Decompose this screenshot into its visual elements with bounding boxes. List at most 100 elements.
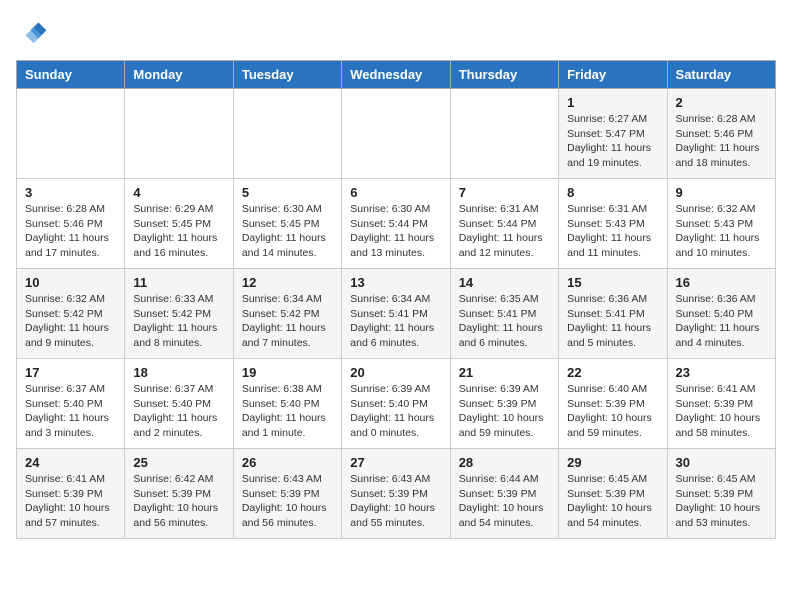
day-cell: 9 Sunrise: 6:32 AM Sunset: 5:43 PM Daylig… (667, 179, 775, 269)
day-cell: 24 Sunrise: 6:41 AM Sunset: 5:39 PM Dayli… (17, 449, 125, 539)
day-info: Sunrise: 6:32 AM Sunset: 5:43 PM Dayligh… (676, 202, 767, 261)
day-info: Sunrise: 6:36 AM Sunset: 5:41 PM Dayligh… (567, 292, 658, 351)
day-cell: 18 Sunrise: 6:37 AM Sunset: 5:40 PM Dayli… (125, 359, 233, 449)
day-cell: 27 Sunrise: 6:43 AM Sunset: 5:39 PM Dayli… (342, 449, 450, 539)
header-sunday: Sunday (17, 61, 125, 89)
day-info: Sunrise: 6:30 AM Sunset: 5:44 PM Dayligh… (350, 202, 441, 261)
day-info: Sunrise: 6:31 AM Sunset: 5:43 PM Dayligh… (567, 202, 658, 261)
header-saturday: Saturday (667, 61, 775, 89)
day-info: Sunrise: 6:45 AM Sunset: 5:39 PM Dayligh… (567, 472, 658, 531)
day-number: 2 (676, 95, 767, 110)
calendar-table: SundayMondayTuesdayWednesdayThursdayFrid… (16, 60, 776, 539)
day-cell: 13 Sunrise: 6:34 AM Sunset: 5:41 PM Dayli… (342, 269, 450, 359)
day-number: 1 (567, 95, 658, 110)
day-number: 28 (459, 455, 550, 470)
day-cell: 15 Sunrise: 6:36 AM Sunset: 5:41 PM Dayli… (559, 269, 667, 359)
day-number: 29 (567, 455, 658, 470)
day-info: Sunrise: 6:34 AM Sunset: 5:42 PM Dayligh… (242, 292, 333, 351)
day-number: 9 (676, 185, 767, 200)
logo-icon (16, 16, 48, 48)
day-cell: 25Sunrise: 6:42 AM Sunset: 5:39 PM Dayli… (125, 449, 233, 539)
day-info: Sunrise: 6:39 AM Sunset: 5:39 PM Dayligh… (459, 382, 550, 441)
calendar-header-row: SundayMondayTuesdayWednesdayThursdayFrid… (17, 61, 776, 89)
day-cell: 11 Sunrise: 6:33 AM Sunset: 5:42 PM Dayli… (125, 269, 233, 359)
day-cell: 2Sunrise: 6:28 AM Sunset: 5:46 PM Daylig… (667, 89, 775, 179)
day-cell: 16 Sunrise: 6:36 AM Sunset: 5:40 PM Dayli… (667, 269, 775, 359)
day-cell: 21 Sunrise: 6:39 AM Sunset: 5:39 PM Dayli… (450, 359, 558, 449)
header-friday: Friday (559, 61, 667, 89)
day-number: 6 (350, 185, 441, 200)
logo (16, 16, 52, 48)
header-tuesday: Tuesday (233, 61, 341, 89)
day-info: Sunrise: 6:37 AM Sunset: 5:40 PM Dayligh… (133, 382, 224, 441)
day-info: Sunrise: 6:29 AM Sunset: 5:45 PM Dayligh… (133, 202, 224, 261)
week-row-1: 1 Sunrise: 6:27 AM Sunset: 5:47 PM Daylig… (17, 89, 776, 179)
day-number: 21 (459, 365, 550, 380)
header-wednesday: Wednesday (342, 61, 450, 89)
day-cell: 28 Sunrise: 6:44 AM Sunset: 5:39 PM Dayli… (450, 449, 558, 539)
day-number: 5 (242, 185, 333, 200)
day-info: Sunrise: 6:39 AM Sunset: 5:40 PM Dayligh… (350, 382, 441, 441)
day-info: Sunrise: 6:41 AM Sunset: 5:39 PM Dayligh… (25, 472, 116, 531)
day-number: 13 (350, 275, 441, 290)
week-row-2: 3 Sunrise: 6:28 AM Sunset: 5:46 PM Daylig… (17, 179, 776, 269)
header-monday: Monday (125, 61, 233, 89)
day-info: Sunrise: 6:34 AM Sunset: 5:41 PM Dayligh… (350, 292, 441, 351)
day-info: Sunrise: 6:35 AM Sunset: 5:41 PM Dayligh… (459, 292, 550, 351)
day-cell: 30 Sunrise: 6:45 AM Sunset: 5:39 PM Dayli… (667, 449, 775, 539)
day-number: 20 (350, 365, 441, 380)
day-cell: 26 Sunrise: 6:43 AM Sunset: 5:39 PM Dayli… (233, 449, 341, 539)
day-info: Sunrise: 6:33 AM Sunset: 5:42 PM Dayligh… (133, 292, 224, 351)
header-thursday: Thursday (450, 61, 558, 89)
day-number: 30 (676, 455, 767, 470)
day-cell: 17Sunrise: 6:37 AM Sunset: 5:40 PM Dayli… (17, 359, 125, 449)
day-cell (342, 89, 450, 179)
day-info: Sunrise: 6:30 AM Sunset: 5:45 PM Dayligh… (242, 202, 333, 261)
day-cell (17, 89, 125, 179)
day-cell: 8 Sunrise: 6:31 AM Sunset: 5:43 PM Daylig… (559, 179, 667, 269)
day-info: Sunrise: 6:27 AM Sunset: 5:47 PM Dayligh… (567, 112, 658, 171)
day-cell: 22 Sunrise: 6:40 AM Sunset: 5:39 PM Dayli… (559, 359, 667, 449)
day-number: 27 (350, 455, 441, 470)
week-row-5: 24 Sunrise: 6:41 AM Sunset: 5:39 PM Dayli… (17, 449, 776, 539)
day-info: Sunrise: 6:31 AM Sunset: 5:44 PM Dayligh… (459, 202, 550, 261)
day-number: 24 (25, 455, 116, 470)
day-cell: 29 Sunrise: 6:45 AM Sunset: 5:39 PM Dayli… (559, 449, 667, 539)
day-cell: 3 Sunrise: 6:28 AM Sunset: 5:46 PM Daylig… (17, 179, 125, 269)
header (16, 16, 776, 48)
day-number: 12 (242, 275, 333, 290)
day-info: Sunrise: 6:43 AM Sunset: 5:39 PM Dayligh… (242, 472, 333, 531)
day-cell: 10Sunrise: 6:32 AM Sunset: 5:42 PM Dayli… (17, 269, 125, 359)
day-cell: 23Sunrise: 6:41 AM Sunset: 5:39 PM Dayli… (667, 359, 775, 449)
day-info: Sunrise: 6:42 AM Sunset: 5:39 PM Dayligh… (133, 472, 224, 531)
day-info: Sunrise: 6:43 AM Sunset: 5:39 PM Dayligh… (350, 472, 441, 531)
day-number: 17 (25, 365, 116, 380)
day-info: Sunrise: 6:40 AM Sunset: 5:39 PM Dayligh… (567, 382, 658, 441)
day-cell: 12 Sunrise: 6:34 AM Sunset: 5:42 PM Dayli… (233, 269, 341, 359)
day-number: 18 (133, 365, 224, 380)
day-number: 8 (567, 185, 658, 200)
day-number: 15 (567, 275, 658, 290)
week-row-4: 17 Sunrise: 6:37 AM Sunset: 5:40 PM Dayli… (17, 359, 776, 449)
day-number: 16 (676, 275, 767, 290)
day-number: 19 (242, 365, 333, 380)
day-info: Sunrise: 6:28 AM Sunset: 5:46 PM Dayligh… (25, 202, 116, 261)
day-cell: 4 Sunrise: 6:29 AM Sunset: 5:45 PM Daylig… (125, 179, 233, 269)
day-cell (233, 89, 341, 179)
day-cell: 7 Sunrise: 6:31 AM Sunset: 5:44 PM Daylig… (450, 179, 558, 269)
day-info: Sunrise: 6:36 AM Sunset: 5:40 PM Dayligh… (676, 292, 767, 351)
day-info: Sunrise: 6:38 AM Sunset: 5:40 PM Dayligh… (242, 382, 333, 441)
day-info: Sunrise: 6:41 AM Sunset: 5:39 PM Dayligh… (676, 382, 767, 441)
day-cell: 5 Sunrise: 6:30 AM Sunset: 5:45 PM Daylig… (233, 179, 341, 269)
day-number: 3 (25, 185, 116, 200)
day-number: 11 (133, 275, 224, 290)
day-number: 22 (567, 365, 658, 380)
day-cell: 1 Sunrise: 6:27 AM Sunset: 5:47 PM Daylig… (559, 89, 667, 179)
day-number: 7 (459, 185, 550, 200)
day-cell: 14Sunrise: 6:35 AM Sunset: 5:41 PM Dayli… (450, 269, 558, 359)
day-number: 4 (133, 185, 224, 200)
day-cell: 20 Sunrise: 6:39 AM Sunset: 5:40 PM Dayli… (342, 359, 450, 449)
day-info: Sunrise: 6:44 AM Sunset: 5:39 PM Dayligh… (459, 472, 550, 531)
day-info: Sunrise: 6:45 AM Sunset: 5:39 PM Dayligh… (676, 472, 767, 531)
day-number: 26 (242, 455, 333, 470)
